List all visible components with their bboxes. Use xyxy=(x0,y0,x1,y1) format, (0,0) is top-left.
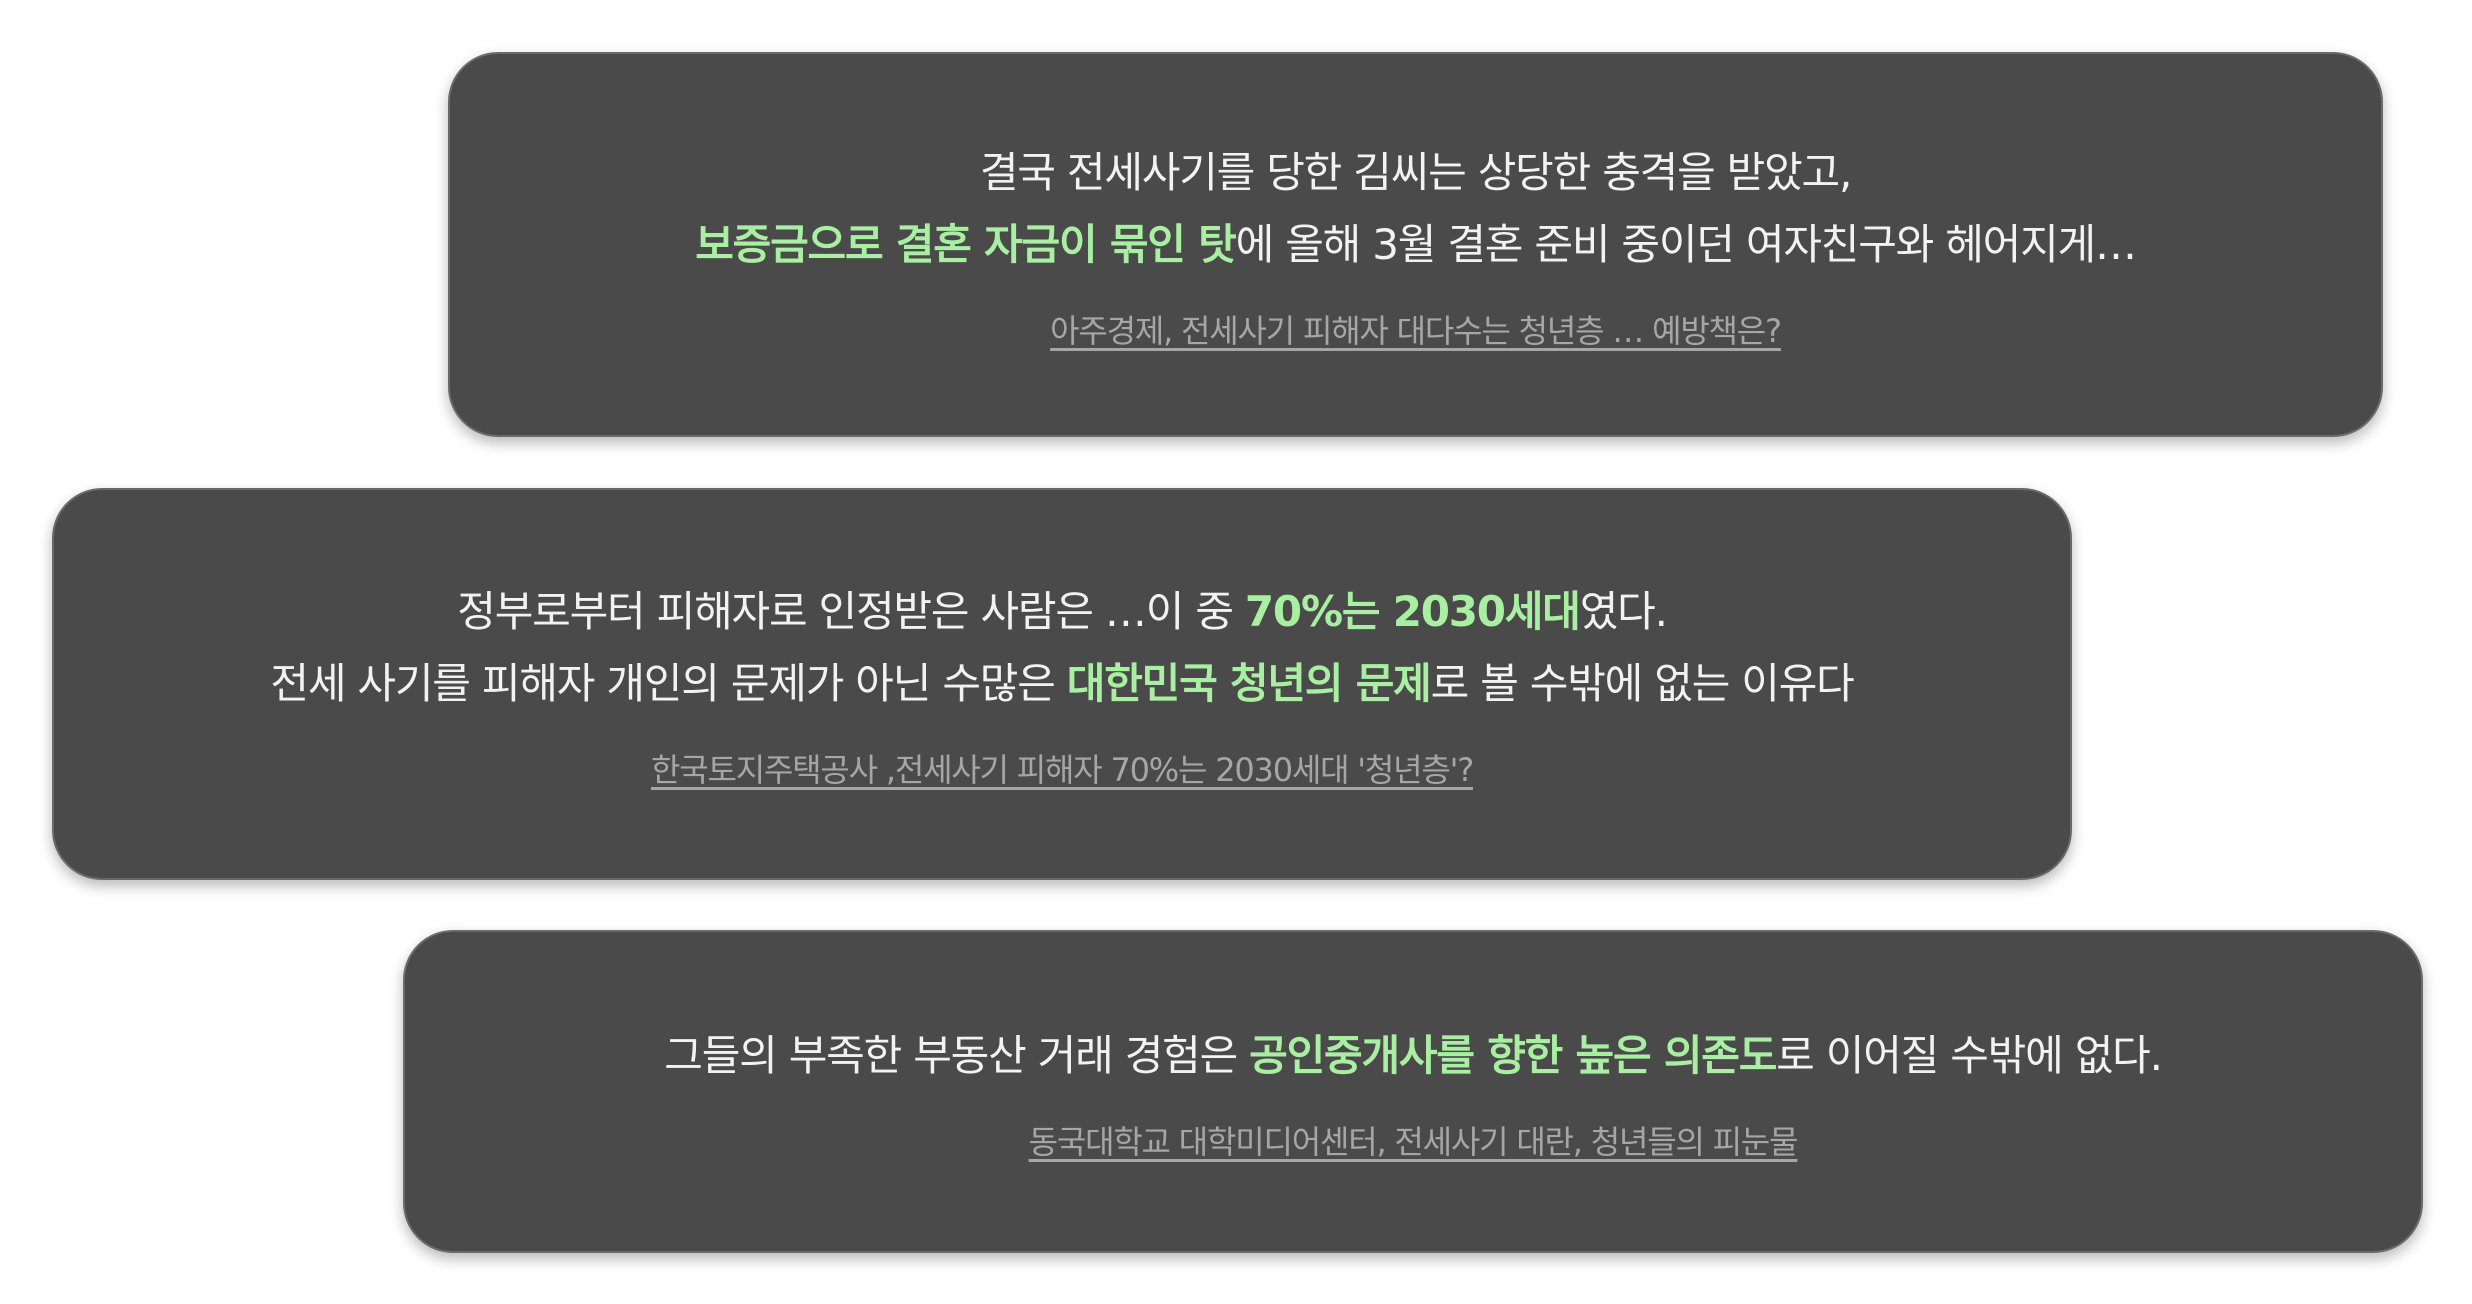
quote-text: 전세 사기를 피해자 개인의 문제가 아닌 수많은 xyxy=(270,659,1067,708)
quote-text: 에 올해 3월 결혼 준비 중이던 여자친구와 헤어지게… xyxy=(1235,219,2137,269)
quote-text: 로 볼 수밖에 없는 이유다 xyxy=(1430,659,1855,708)
quote-line: 보증금으로 결혼 자금이 묶인 탓에 올해 3월 결혼 준비 중이던 여자친구와… xyxy=(695,209,2137,281)
source-link[interactable]: 한국토지주택공사 ,전세사기 피해자 70%는 2030세대 '청년층'? xyxy=(651,748,1474,792)
quote-text: 그들의 부족한 부동산 거래 경험은 xyxy=(664,1030,1250,1080)
quote-text: 였다. xyxy=(1579,587,1668,636)
quote-line: 정부로부터 피해자로 인정받은 사람은 …이 중 70%는 2030세대였다. xyxy=(457,576,1668,648)
source-link[interactable]: 동국대학교 대학미디어센터, 전세사기 대란, 청년들의 피눈물 xyxy=(1029,1120,1799,1164)
quote-text: 로 이어질 수밖에 없다. xyxy=(1776,1030,2163,1080)
quote-line: 결국 전세사기를 당한 김씨는 상당한 충격을 받았고, xyxy=(979,137,1852,209)
quote-card-1: 결국 전세사기를 당한 김씨는 상당한 충격을 받았고, 보증금으로 결혼 자금… xyxy=(448,52,2383,437)
highlight-text: 공인중개사를 향한 높은 의존도 xyxy=(1249,1030,1777,1080)
quote-card-2: 정부로부터 피해자로 인정받은 사람은 …이 중 70%는 2030세대였다. … xyxy=(52,488,2072,880)
source-link[interactable]: 아주경제, 전세사기 피해자 대다수는 청년층 … 예방책은? xyxy=(1050,309,1782,353)
quote-text: 정부로부터 피해자로 인정받은 사람은 …이 중 xyxy=(457,587,1245,636)
highlight-text: 보증금으로 결혼 자금이 묶인 탓 xyxy=(695,219,1237,269)
quote-text: 결국 전세사기를 당한 김씨는 상당한 충격을 받았고, xyxy=(979,147,1852,197)
quote-line: 전세 사기를 피해자 개인의 문제가 아닌 수많은 대한민국 청년의 문제로 볼… xyxy=(270,648,1855,720)
quote-card-3: 그들의 부족한 부동산 거래 경험은 공인중개사를 향한 높은 의존도로 이어질… xyxy=(403,930,2423,1253)
highlight-text: 대한민국 청년의 문제 xyxy=(1066,659,1432,708)
highlight-text: 70%는 2030세대 xyxy=(1244,587,1581,636)
quote-line: 그들의 부족한 부동산 거래 경험은 공인중개사를 향한 높은 의존도로 이어질… xyxy=(664,1020,2163,1092)
